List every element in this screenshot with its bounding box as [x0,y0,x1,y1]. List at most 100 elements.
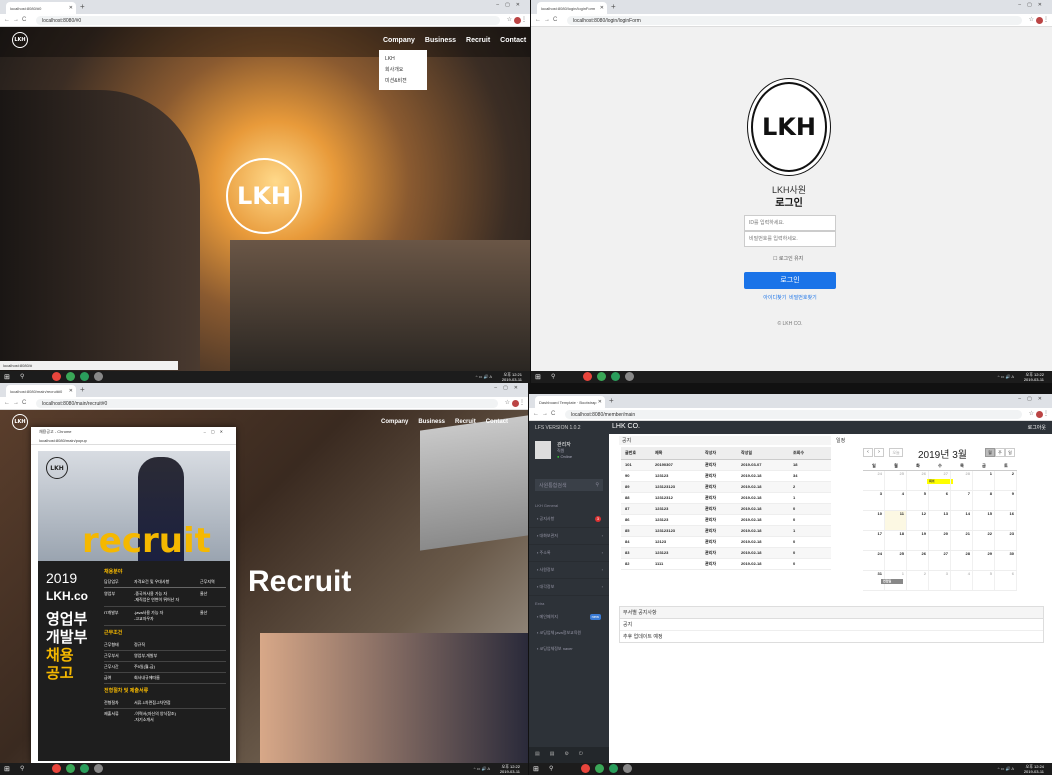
chrome-icon[interactable] [52,764,61,773]
new-tab-icon[interactable]: + [80,2,85,11]
today-button[interactable]: 오늘 [889,448,903,457]
menu-icon[interactable]: ⋮ [519,399,525,406]
calendar-day[interactable]: 8 [973,491,995,510]
sidebar-item-info[interactable]: ▪ 대각정보 › [529,579,609,596]
sidebar-item-address[interactable]: ▪ 주소록 › [529,545,609,562]
calendar-day[interactable]: 20 [929,531,951,550]
tray-icons[interactable]: ^ ▭ 🔊 A [476,374,492,379]
sidebar-item-naver[interactable]: ▪ 코딩업체정보 naver [529,641,609,657]
avatar[interactable] [514,17,521,24]
nav-recruit[interactable]: Recruit [466,37,490,44]
app-icon[interactable] [597,372,606,381]
star-icon[interactable]: ☆ [505,399,510,406]
view-day[interactable]: 일 [1005,448,1015,457]
table-row[interactable]: 83 123123 관리자 2019-02-18 0 [621,548,831,559]
url-field[interactable]: localhost:8080/main/recruit#0 [36,399,498,408]
calendar-day[interactable]: 23 [995,531,1017,550]
browser-tab[interactable]: localhost:8080/main/recruit#0 ✕ [6,385,76,397]
menu-icon[interactable]: ⋮ [1043,16,1049,23]
windows-icon[interactable]: ⊞ [535,373,541,381]
calendar-day[interactable]: 16 [995,511,1017,530]
calendar-day[interactable]: 5 [907,491,929,510]
calendar-day[interactable]: 1 [973,471,995,490]
calendar-day[interactable]: 30 [995,551,1017,570]
nav-company[interactable]: Company [383,37,415,44]
popup-controls[interactable]: –▢✕ [204,429,228,434]
window-controls[interactable]: –▢✕ [1018,396,1048,402]
nav-contact[interactable]: Contact [486,419,508,425]
calendar-day[interactable]: 10 [863,511,885,530]
nav-icons[interactable]: ←→C [4,400,29,406]
view-month[interactable]: 월 [985,448,995,457]
table-row[interactable]: 87 123123 관리자 2019-02-18 0 [621,504,831,515]
calendar-day[interactable]: 7 [951,491,973,510]
star-icon[interactable]: ☆ [1029,410,1034,417]
calendar-day[interactable]: 11 [885,511,907,530]
table-row[interactable]: 86 123123 관리자 2019-02-18 0 [621,515,831,526]
calendar-day[interactable]: 21 [951,531,973,550]
nav-business[interactable]: Business [418,419,445,425]
id-input[interactable] [744,215,836,231]
calendar-day[interactable]: 3 [863,491,885,510]
search-icon[interactable]: ⚲ [551,373,555,380]
calendar-day[interactable]: 3 [929,571,951,590]
close-icon[interactable]: ✕ [69,388,73,394]
calendar-day[interactable]: 26 회의 [907,471,953,490]
calendar-day[interactable]: 25 [885,551,907,570]
app-icon[interactable] [625,372,634,381]
search-box[interactable]: 사원통합검색 ⚲ [535,479,603,491]
url-field[interactable]: localhost:8080/login/loginForm [567,16,1022,25]
windows-icon[interactable]: ⊞ [4,373,10,381]
windows-icon[interactable]: ⊞ [4,765,10,773]
checkbox-icon[interactable]: ☐ [773,256,777,262]
chrome-icon[interactable] [583,372,592,381]
sidebar-item-chat[interactable]: ▪ 대화보관저 › [529,528,609,545]
view-week[interactable]: 주 [995,448,1005,457]
nav-icons[interactable]: ←→C [535,17,560,23]
avatar[interactable] [1036,17,1043,24]
calendar-day[interactable]: 28 [951,471,973,490]
logout-link[interactable]: 로그아웃 [1028,424,1046,431]
nav-icons[interactable]: ←→C [533,411,558,417]
calendar-day[interactable]: 4 [885,491,907,510]
find-id-link[interactable]: 아이디찾기 [763,295,786,301]
table-row[interactable]: 89 123123123 관리자 2019-02-18 2 [621,482,831,493]
search-icon[interactable]: ⚲ [20,373,24,380]
login-button[interactable]: 로그인 [744,272,836,289]
calendar-day[interactable]: 27 [929,551,951,570]
calendar-day[interactable]: 24 [863,471,885,490]
app-icon[interactable] [611,372,620,381]
app-icon[interactable] [80,764,89,773]
nav-recruit[interactable]: Recruit [455,419,476,425]
window-controls[interactable]: –▢✕ [1018,2,1048,8]
app-icon[interactable] [66,764,75,773]
sidebar-item-main[interactable]: ▪ 메인페이지 new [529,609,609,625]
app-icon[interactable] [66,372,75,381]
calendar-day[interactable]: 9 [995,491,1017,510]
calendar-day[interactable]: 29 [973,551,995,570]
url-field[interactable]: localhost:8080/member/main [565,410,1022,419]
calendar-day[interactable]: 17 [863,531,885,550]
browser-tab[interactable]: localhost:8080/#0 ✕ [6,2,76,14]
calendar-day[interactable]: 26 [907,551,929,570]
popup-url[interactable]: localhost:8080/main/popup [31,436,236,445]
tray-icons[interactable]: ^ ▭ 🔊 A [998,766,1014,771]
table-row[interactable]: 90 123123 관리자 2019-02-18 34 [621,471,831,482]
search-icon[interactable]: ⚲ [20,765,24,772]
calendar-day[interactable]: 24 [863,551,885,570]
app-icon[interactable] [94,372,103,381]
table-row[interactable]: 101 20190307 관리자 2019-03-07 18 [621,460,831,471]
new-tab-icon[interactable]: + [611,2,616,11]
sidebar-item-notice[interactable]: ▪ 공지사항 3 [529,511,609,528]
tray-icons[interactable]: ^ ▭ 🔊 A [998,374,1014,379]
browser-tab[interactable]: Dashboard Template · Bootstrap ✕ [535,396,605,408]
sidebar-item-employee[interactable]: ▪ 사원정보 › [529,562,609,579]
windows-icon[interactable]: ⊞ [533,765,539,773]
site-logo[interactable]: LKH [12,414,28,430]
star-icon[interactable]: ☆ [1029,16,1034,23]
nav-contact[interactable]: Contact [500,37,526,44]
nav-company[interactable]: Company [381,419,408,425]
calendar-day[interactable]: 19 [907,531,929,550]
dropdown-item-lkh[interactable]: LKH [385,54,421,65]
calendar-day[interactable]: 6 [995,571,1017,590]
